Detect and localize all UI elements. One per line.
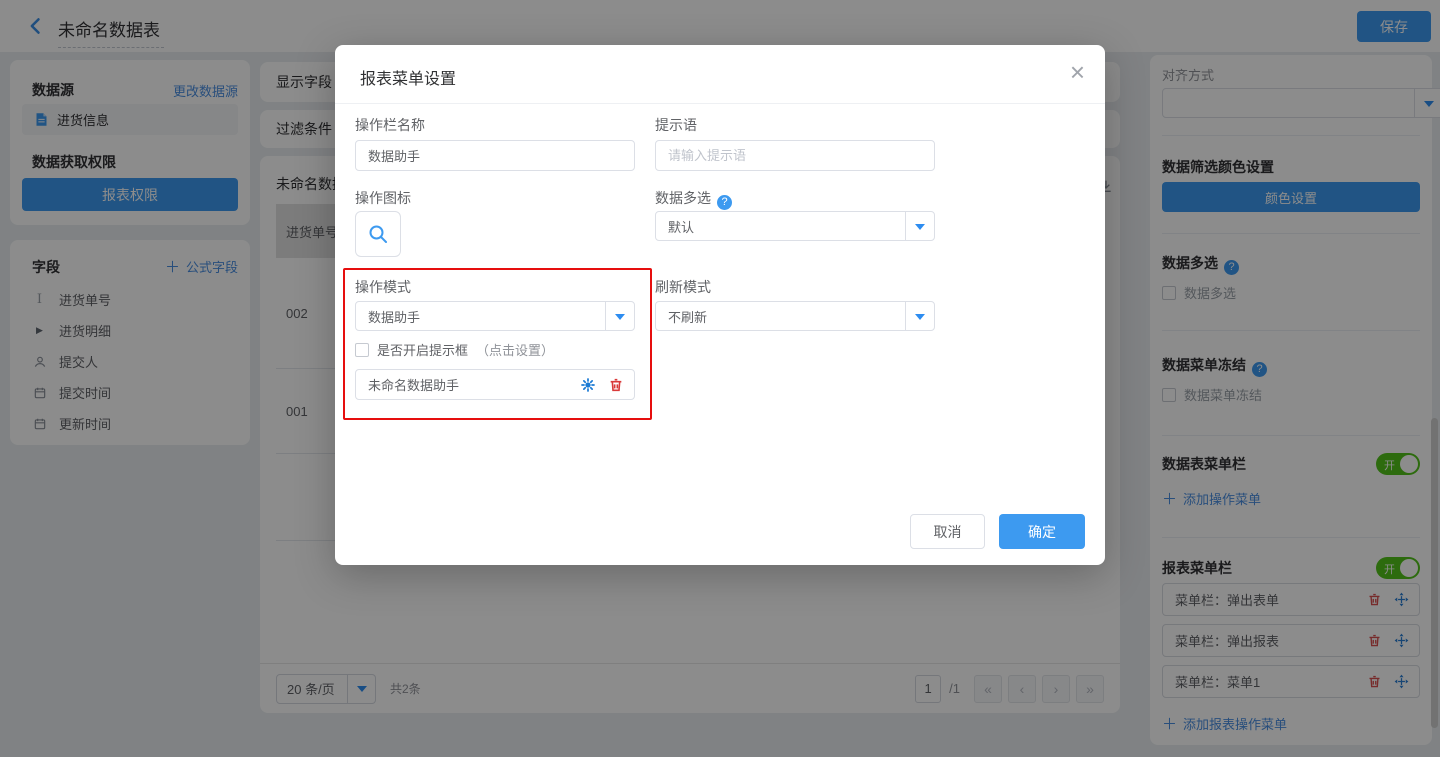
assistant-name-field[interactable]: 未命名数据助手 (355, 369, 635, 400)
divider (335, 103, 1105, 104)
operation-icon-button[interactable] (355, 211, 401, 257)
icon-label: 操作图标 (355, 188, 411, 208)
search-icon (366, 222, 390, 246)
gear-icon[interactable] (580, 377, 596, 393)
bar-name-input[interactable] (355, 140, 635, 171)
dialog-title: 报表菜单设置 (360, 65, 456, 89)
caret-down-icon (605, 302, 634, 330)
cancel-button[interactable]: 取消 (910, 514, 985, 549)
caret-down-icon (905, 212, 934, 240)
close-icon[interactable]: × (1070, 59, 1085, 85)
multi-select-dropdown[interactable]: 默认 (655, 211, 935, 241)
app-root: 未命名数据表 保存 数据源 更改数据源 进货信息 数据获取权限 报表权限 字段 … (0, 0, 1440, 757)
trash-icon[interactable] (608, 377, 624, 393)
refresh-label: 刷新模式 (655, 277, 711, 297)
bar-name-label: 操作栏名称 (355, 115, 425, 135)
mode-label: 操作模式 (355, 277, 411, 297)
tip-label: 提示语 (655, 115, 697, 135)
mode-dropdown[interactable]: 数据助手 (355, 301, 635, 331)
confirm-button[interactable]: 确定 (999, 514, 1085, 549)
multi-select-label: 数据多选 (655, 188, 732, 210)
refresh-dropdown[interactable]: 不刷新 (655, 301, 935, 331)
tip-input[interactable] (655, 140, 935, 171)
report-menu-settings-dialog: 报表菜单设置 × 操作栏名称 提示语 操作图标 数据多选 默认 操作模式 数据助… (335, 45, 1105, 565)
question-icon[interactable] (717, 195, 732, 210)
tip-box-checkbox[interactable]: 是否开启提示框 （点击设置） (355, 340, 554, 359)
checkbox-icon (355, 343, 369, 357)
caret-down-icon (905, 302, 934, 330)
